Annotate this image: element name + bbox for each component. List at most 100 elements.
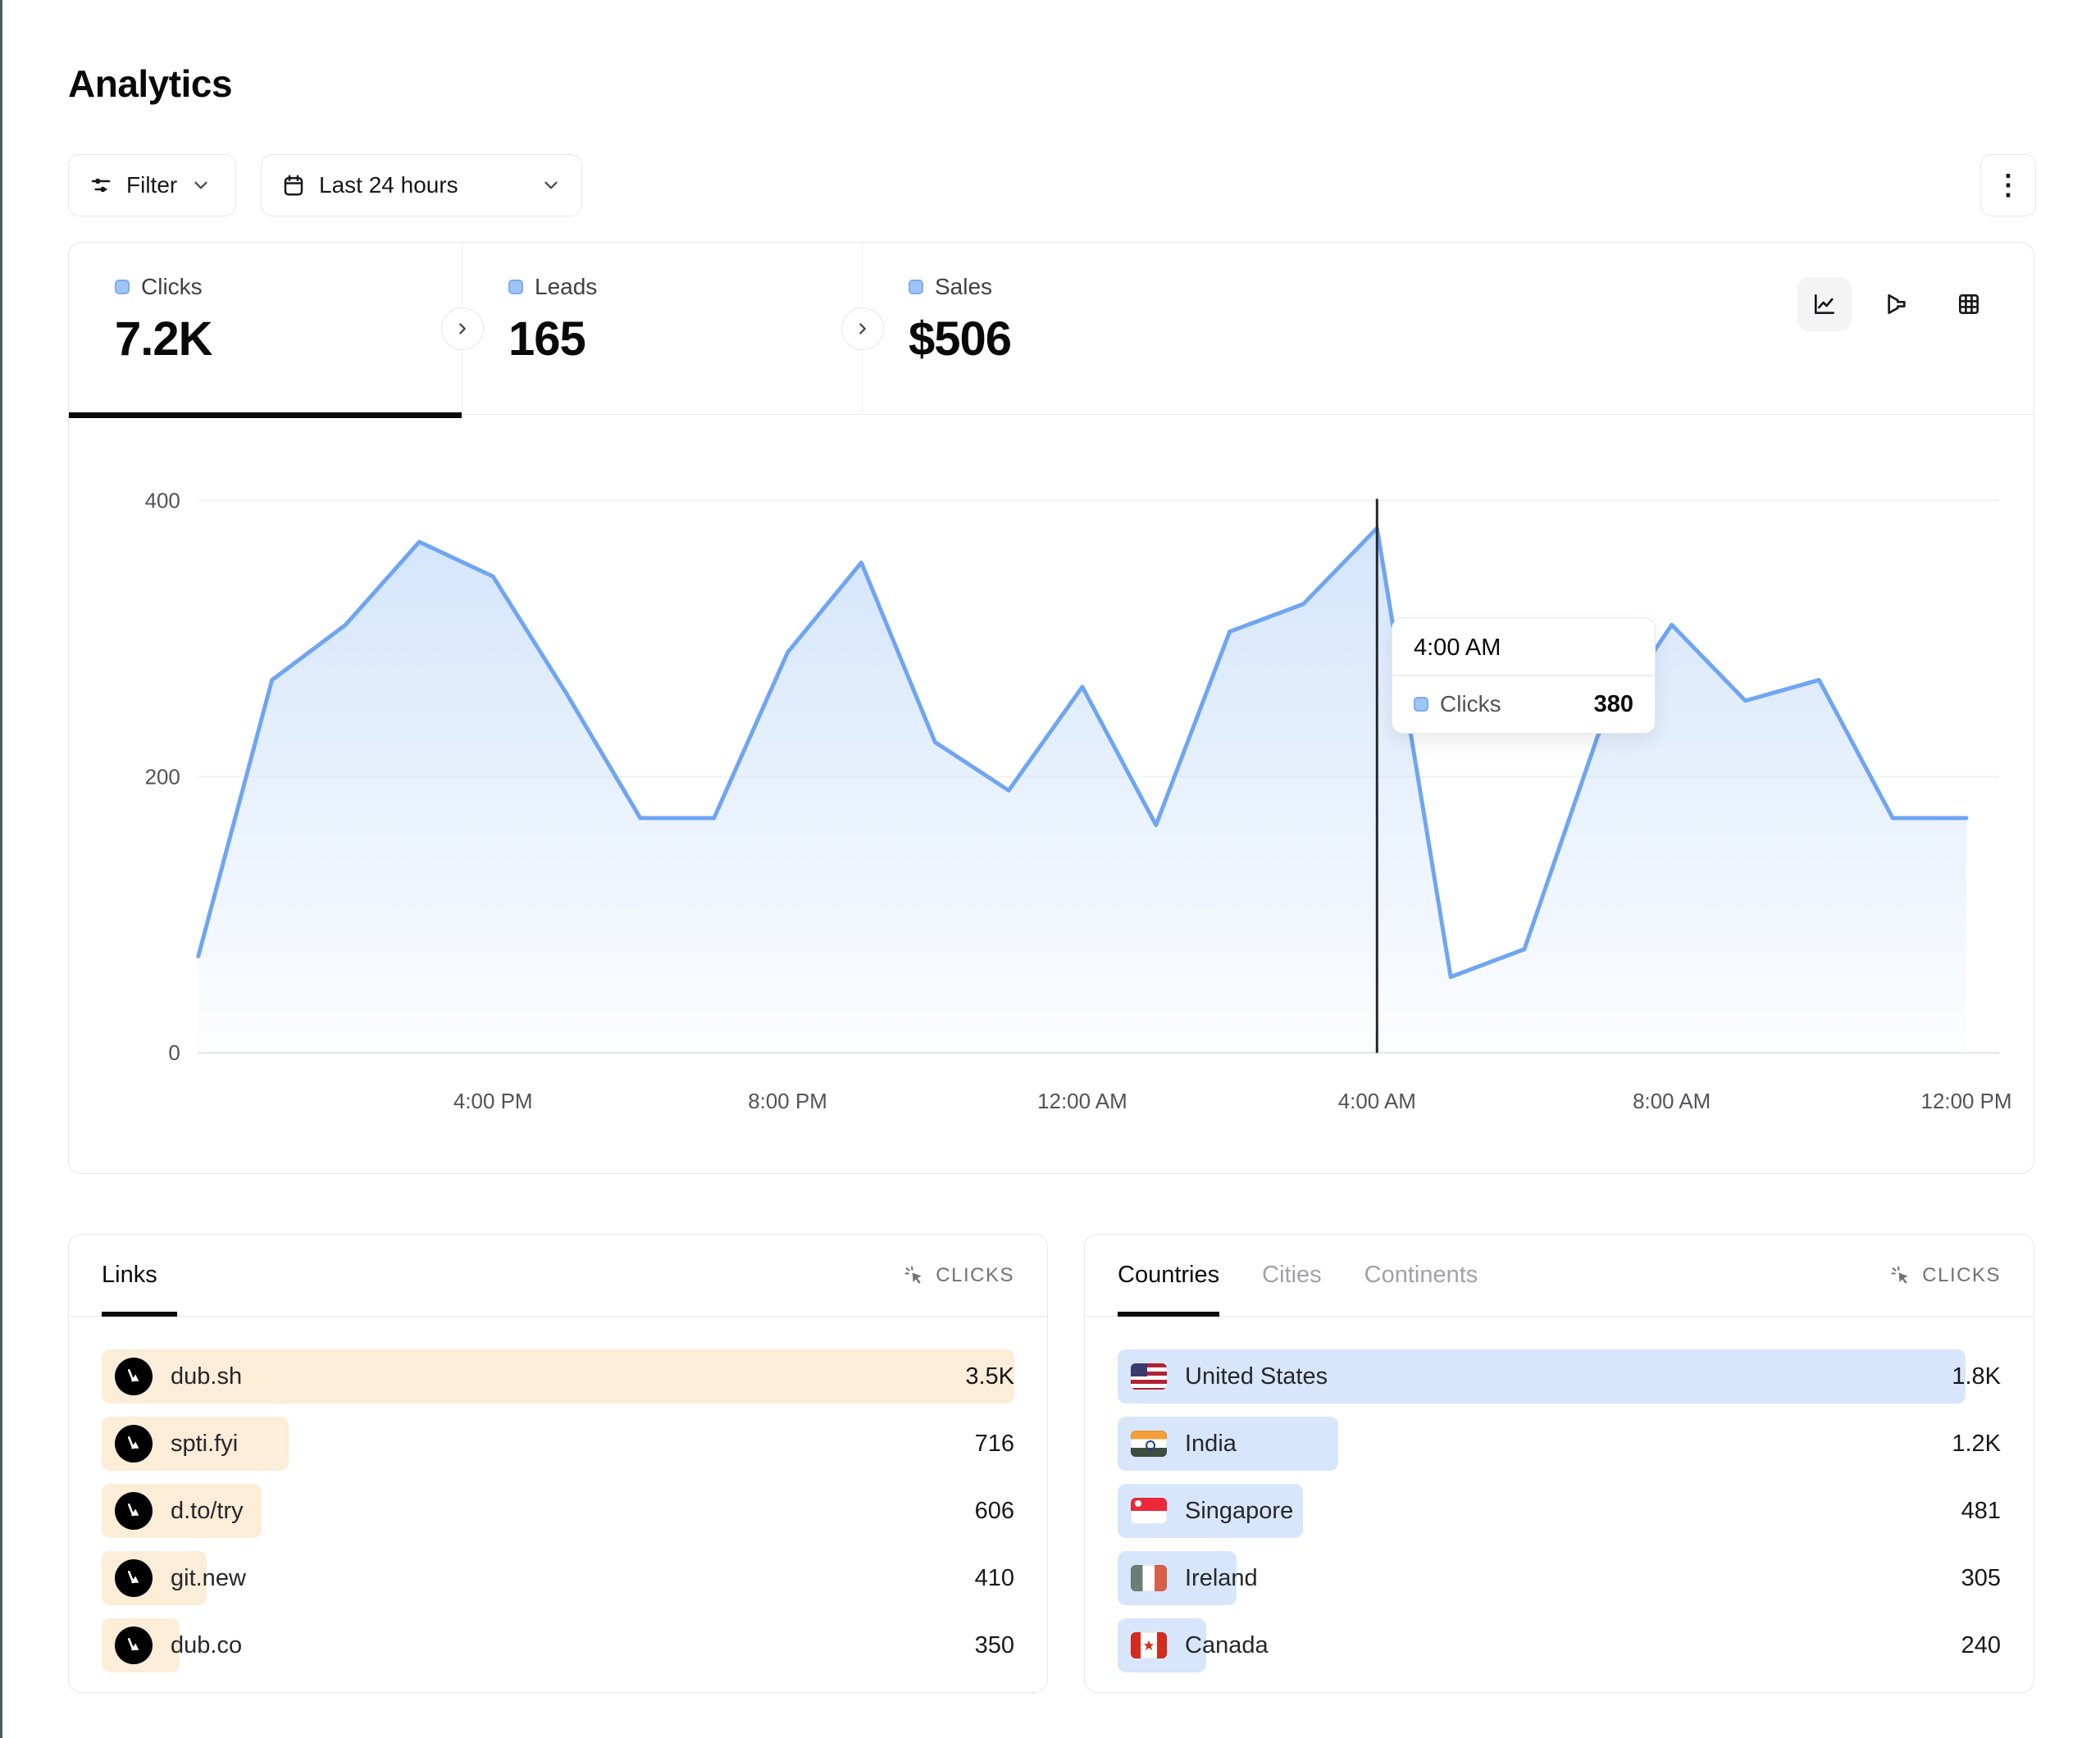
x-axis-tick: 4:00 AM [1338, 1090, 1416, 1113]
dub-logo-glyph [122, 1499, 145, 1522]
x-axis-tick: 8:00 PM [748, 1090, 827, 1113]
tab-clicks[interactable]: Clicks 7.2K [69, 243, 462, 415]
x-axis-tick: 4:00 PM [453, 1090, 533, 1113]
funnel-chart-view-button[interactable] [1870, 277, 1924, 331]
leads-color-swatch [508, 280, 523, 294]
country-label: Singapore [1185, 1498, 1293, 1525]
country-clicks-value: 1.8K [1952, 1363, 2001, 1390]
link-list-item[interactable]: dub.co 350 [102, 1618, 1014, 1672]
link-list-item[interactable]: spti.fyi 716 [102, 1417, 1014, 1471]
links-panel: Links CLICKS dub.sh [68, 1234, 1048, 1693]
cursor-click-icon [903, 1264, 926, 1287]
link-label: d.to/try [171, 1498, 244, 1525]
funnel-chart-icon [1884, 291, 1910, 317]
dub-logo-icon [115, 1425, 153, 1463]
tab-continents[interactable]: Continents [1364, 1235, 1478, 1316]
tab-sales[interactable]: Sales $506 [863, 243, 1263, 415]
leads-value: 165 [508, 312, 862, 366]
link-list-item[interactable]: d.to/try 606 [102, 1484, 1014, 1538]
country-label: Ireland [1185, 1565, 1258, 1592]
expand-sales-button[interactable] [841, 307, 884, 350]
x-axis-tick: 12:00 PM [1921, 1090, 2012, 1113]
y-axis-tick: 400 [145, 489, 180, 512]
tab-cities[interactable]: Cities [1262, 1235, 1322, 1316]
tooltip-time: 4:00 AM [1392, 618, 1655, 675]
more-menu-button[interactable]: ⋮ [1980, 154, 2036, 216]
dub-logo-icon [115, 1559, 153, 1597]
filter-button-label: Filter [126, 172, 177, 198]
dub-logo-icon [115, 1358, 153, 1395]
x-axis-tick: 8:00 AM [1633, 1090, 1711, 1113]
filter-sliders-icon [89, 173, 113, 198]
link-list-item[interactable]: dub.sh 3.5K [102, 1349, 1014, 1404]
link-label: spti.fyi [171, 1431, 238, 1458]
geo-metric-toggle[interactable]: CLICKS [1889, 1264, 2001, 1287]
country-flag-icon [1131, 1565, 1167, 1591]
x-axis-tick: 12:00 AM [1037, 1090, 1127, 1113]
links-metric-toggle[interactable]: CLICKS [903, 1264, 1014, 1287]
country-flag-icon [1131, 1431, 1167, 1457]
cursor-click-icon [1889, 1264, 1912, 1287]
line-chart-view-button[interactable] [1797, 277, 1852, 331]
tab-links[interactable]: Links [102, 1235, 157, 1316]
chevron-down-icon [540, 175, 562, 196]
sales-value: $506 [909, 312, 1263, 366]
metric-label: CLICKS [936, 1264, 1014, 1287]
chart-hover-area[interactable] [198, 501, 1969, 1054]
clicks-value: 7.2K [115, 312, 462, 366]
country-flag-icon [1131, 1363, 1167, 1390]
stat-label: Leads [535, 274, 597, 300]
chart-type-toolbar [1797, 277, 1996, 331]
tooltip-series-label: Clicks [1440, 691, 1501, 717]
geo-panel: Countries Cities Continents CLICKS Unite… [1084, 1234, 2034, 1693]
page-title: Analytics [68, 61, 232, 106]
calendar-icon [281, 173, 306, 198]
country-clicks-value: 481 [1961, 1498, 2001, 1525]
table-grid-icon [1956, 291, 1982, 317]
date-range-label: Last 24 hours [319, 172, 458, 198]
chevron-right-icon [453, 320, 471, 338]
country-label: Canada [1185, 1632, 1269, 1659]
country-list-item[interactable]: Singapore 481 [1118, 1484, 2001, 1538]
link-clicks-value: 716 [975, 1431, 1014, 1458]
country-list-item[interactable]: Ireland 305 [1118, 1551, 2001, 1605]
geo-panel-header: Countries Cities Continents CLICKS [1085, 1235, 2034, 1317]
stat-label: Clicks [141, 274, 203, 300]
link-clicks-value: 410 [975, 1565, 1014, 1592]
link-clicks-value: 350 [975, 1632, 1014, 1659]
clicks-color-swatch [115, 280, 130, 294]
dub-logo-icon [115, 1492, 153, 1530]
stats-tabs-row: Clicks 7.2K Leads 165 Sales $506 [69, 243, 2034, 415]
link-label: dub.sh [171, 1363, 242, 1390]
table-view-button[interactable] [1942, 277, 1996, 331]
countries-list: United States 1.8K India 1.2K Singapore … [1085, 1317, 2034, 1672]
link-label: git.new [171, 1565, 246, 1592]
country-clicks-value: 305 [1961, 1565, 2001, 1592]
filter-button[interactable]: Filter [68, 154, 236, 216]
link-list-item[interactable]: git.new 410 [102, 1551, 1014, 1605]
chevron-down-icon [190, 175, 212, 196]
country-label: India [1185, 1431, 1237, 1458]
date-range-button[interactable]: Last 24 hours [261, 154, 582, 216]
sales-color-swatch [909, 280, 923, 294]
tab-countries[interactable]: Countries [1118, 1235, 1219, 1316]
country-list-item[interactable]: India 1.2K [1118, 1417, 2001, 1471]
dub-logo-glyph [122, 1634, 145, 1657]
country-list-item[interactable]: United States 1.8K [1118, 1349, 2001, 1404]
dub-logo-glyph [122, 1567, 145, 1590]
tab-leads[interactable]: Leads 165 [462, 243, 863, 415]
country-flag-icon [1131, 1632, 1167, 1658]
stat-label: Sales [935, 274, 992, 300]
metric-label: CLICKS [1922, 1264, 2001, 1287]
kebab-menu-icon: ⋮ [1994, 171, 2022, 199]
dub-logo-glyph [122, 1432, 145, 1455]
chevron-right-icon [854, 320, 872, 338]
country-clicks-value: 240 [1961, 1632, 2001, 1659]
analytics-chart-card: Clicks 7.2K Leads 165 Sales $506 [68, 242, 2034, 1174]
clicks-color-swatch [1414, 697, 1428, 712]
expand-leads-button[interactable] [441, 307, 484, 350]
y-axis-tick: 0 [168, 1042, 180, 1065]
country-list-item[interactable]: Canada 240 [1118, 1618, 2001, 1672]
analytics-page: Analytics Filter Last 24 hours ⋮ Clicks … [0, 0, 2100, 1738]
links-panel-header: Links CLICKS [69, 1235, 1047, 1317]
